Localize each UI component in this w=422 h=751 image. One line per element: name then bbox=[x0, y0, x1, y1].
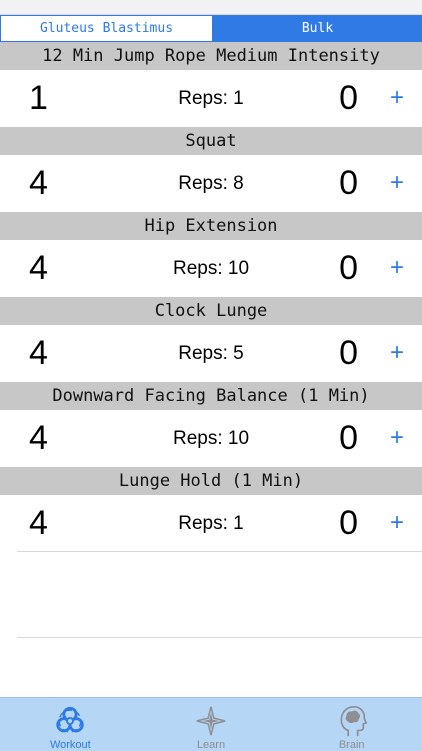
reps-label: Reps: 10 bbox=[172, 428, 250, 449]
workout-segmented-control[interactable]: Gluteus Blastimus Bulk bbox=[0, 15, 422, 42]
row-separator bbox=[17, 637, 422, 638]
reps-label: Reps: 1 bbox=[178, 88, 244, 109]
completed-count: 0 bbox=[339, 249, 358, 287]
exercise-header: 12 Min Jump Rope Medium Intensity bbox=[0, 42, 422, 70]
exercise-row: 4 Reps: 5 0 + bbox=[0, 325, 422, 382]
tab-label: Learn bbox=[196, 739, 226, 751]
exercise-header: Lunge Hold (1 Min) bbox=[0, 467, 422, 495]
exercise-row: 4 Reps: 10 0 + bbox=[0, 240, 422, 297]
exercise-row: 4 Reps: 8 0 + bbox=[0, 155, 422, 212]
completed-count: 0 bbox=[339, 419, 358, 457]
exercise-header: Clock Lunge bbox=[0, 297, 422, 325]
completed-count: 0 bbox=[339, 164, 358, 202]
tab-learn[interactable]: Learn bbox=[141, 698, 282, 751]
exercise-header: Downward Facing Balance (1 Min) bbox=[0, 382, 422, 410]
tab-bar: Workout Learn Brain bbox=[0, 697, 422, 751]
tab-label: Workout bbox=[49, 739, 91, 751]
exercise-row: 1 Reps: 1 0 + bbox=[0, 70, 422, 127]
add-set-button[interactable]: + bbox=[390, 507, 404, 539]
add-set-button[interactable]: + bbox=[390, 422, 404, 454]
reps-label: Reps: 8 bbox=[178, 173, 244, 194]
segment-bulk[interactable]: Bulk bbox=[213, 15, 422, 42]
biohazard-icon bbox=[56, 706, 85, 733]
add-set-button[interactable]: + bbox=[390, 337, 404, 369]
completed-count: 0 bbox=[339, 334, 358, 372]
add-set-button[interactable]: + bbox=[390, 167, 404, 199]
reps-label: Reps: 5 bbox=[178, 343, 244, 364]
exercise-row: 4 Reps: 1 0 + bbox=[0, 495, 422, 552]
status-strip bbox=[0, 0, 422, 15]
tab-brain[interactable]: Brain bbox=[281, 698, 422, 751]
completed-count: 0 bbox=[339, 504, 358, 542]
exercise-row: 4 Reps: 10 0 + bbox=[0, 410, 422, 467]
segment-gluteus-blastimus[interactable]: Gluteus Blastimus bbox=[0, 15, 213, 42]
completed-count: 0 bbox=[339, 79, 358, 117]
compass-star-icon bbox=[196, 706, 226, 736]
add-set-button[interactable]: + bbox=[390, 252, 404, 284]
exercise-list: 12 Min Jump Rope Medium Intensity 1 Reps… bbox=[0, 42, 422, 552]
exercise-header: Squat bbox=[0, 127, 422, 155]
row-separator bbox=[17, 551, 422, 552]
reps-label: Reps: 10 bbox=[172, 258, 250, 279]
reps-label: Reps: 1 bbox=[178, 513, 244, 534]
head-brain-icon bbox=[340, 705, 368, 737]
exercise-header: Hip Extension bbox=[0, 212, 422, 240]
tab-label: Brain bbox=[338, 739, 365, 751]
add-set-button[interactable]: + bbox=[390, 82, 404, 114]
tab-workout[interactable]: Workout bbox=[0, 698, 141, 751]
